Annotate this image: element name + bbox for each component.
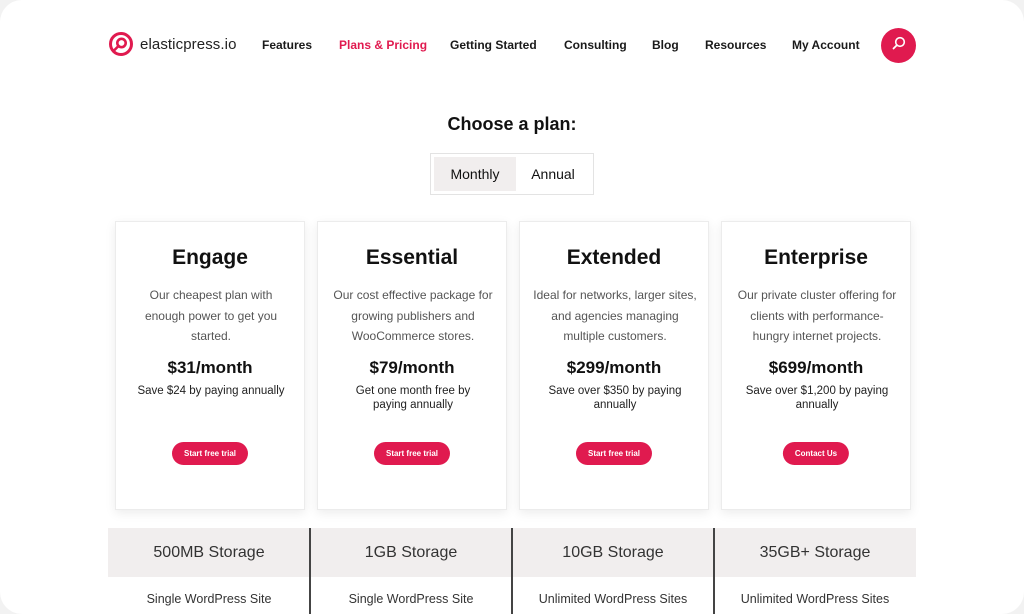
plan-name: Extended (566, 246, 662, 269)
storage-cell: 10GB Storage (562, 543, 664, 561)
nav-item-features[interactable]: Features (262, 38, 312, 52)
sites-cell: Single WordPress Site (348, 592, 474, 606)
plan-name: Essential (365, 246, 459, 269)
nav-item-resources[interactable]: Resources (705, 38, 766, 52)
nav-item-consulting[interactable]: Consulting (564, 38, 627, 52)
nav-item-my-account[interactable]: My Account (792, 38, 860, 52)
storage-cell: 35GB+ Storage (759, 543, 871, 561)
billing-option-annual[interactable]: Annual (516, 157, 590, 191)
sites-cell: Unlimited WordPress Sites (538, 592, 688, 606)
plan-savings: Save $24 by paying annually (137, 385, 285, 397)
billing-toggle: Monthly Annual (430, 153, 594, 195)
page-frame: elasticpress.io Features Plans & Pricing… (0, 0, 1024, 614)
sites-cell: Unlimited WordPress Sites (740, 592, 890, 606)
plan-savings: Save over $350 by paying annually (548, 385, 682, 411)
plan-description: Our cheapest plan with enough power to g… (144, 288, 278, 343)
search-icon (891, 35, 907, 56)
plan-description: Our cost effective package for growing p… (333, 288, 493, 343)
plan-savings: Get one month free by paying annually (355, 385, 471, 411)
start-free-trial-button[interactable]: Start free trial (373, 442, 451, 465)
storage-cell: 500MB Storage (153, 543, 265, 561)
search-button[interactable] (881, 28, 916, 63)
storage-cell: 1GB Storage (364, 543, 458, 561)
plan-name: Enterprise (764, 246, 868, 269)
nav-item-blog[interactable]: Blog (652, 38, 679, 52)
plan-price: $31/month (167, 358, 253, 377)
plan-price: $699/month (768, 358, 864, 377)
plan-description: Our private cluster offering for clients… (737, 288, 897, 343)
page-title: Choose a plan: (447, 114, 577, 134)
start-free-trial-button[interactable]: Start free trial (171, 442, 249, 465)
plan-name: Engage (172, 246, 248, 269)
contact-us-button[interactable]: Contact Us (782, 442, 850, 465)
plan-card-engage: Engage Our cheapest plan with enough pow… (115, 221, 305, 510)
plan-card-enterprise: Enterprise Our private cluster offering … (721, 221, 911, 510)
plan-card-extended: Extended Ideal for networks, larger site… (519, 221, 709, 510)
nav-item-plans-pricing[interactable]: Plans & Pricing (339, 38, 427, 52)
nav-item-getting-started[interactable]: Getting Started (450, 38, 537, 52)
plan-price: $79/month (369, 358, 455, 377)
plan-price: $299/month (566, 358, 662, 377)
plan-description: Ideal for networks, larger sites, and ag… (533, 288, 697, 343)
plan-savings: Save over $1,200 by paying annually (745, 385, 889, 411)
sites-cell: Single WordPress Site (146, 592, 272, 606)
main-nav: Features Plans & Pricing Getting Started… (0, 38, 1024, 54)
plan-card-essential: Essential Our cost effective package for… (317, 221, 507, 510)
billing-option-monthly[interactable]: Monthly (434, 157, 516, 191)
start-free-trial-button[interactable]: Start free trial (575, 442, 653, 465)
